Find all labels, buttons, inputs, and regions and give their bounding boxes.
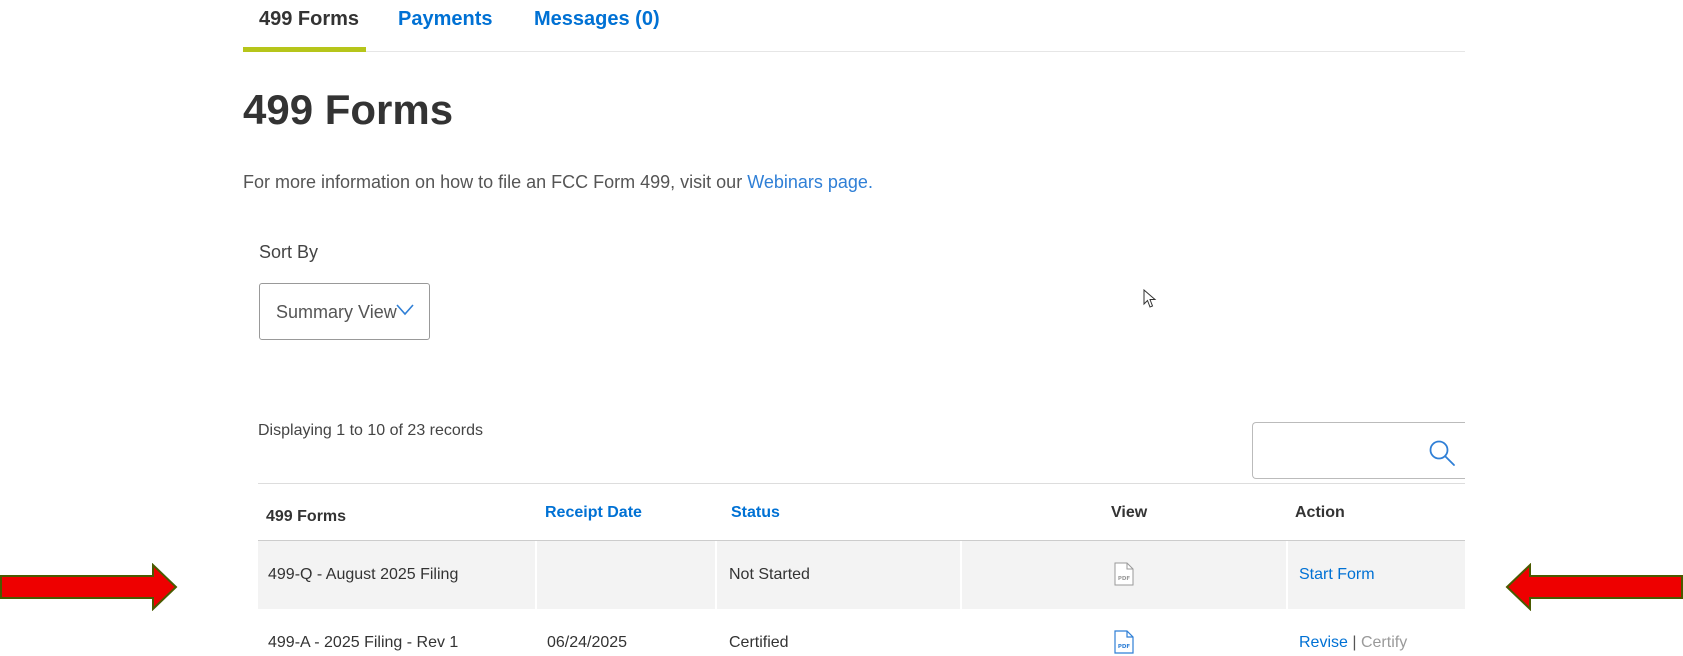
cell-status: Certified (729, 634, 789, 651)
cell-form: 499-A - 2025 Filing - Rev 1 (268, 634, 459, 651)
cell-action: Start Form (1299, 541, 1375, 609)
pdf-icon[interactable]: PDF (1114, 630, 1134, 654)
header-status[interactable]: Status (731, 484, 780, 542)
tab-payments[interactable]: Payments (398, 6, 493, 32)
tab-bar: 499 Forms Payments Messages (0) (243, 0, 1465, 52)
active-tab-indicator (243, 47, 366, 52)
header-view: View (1111, 504, 1148, 521)
revise-link[interactable]: Revise (1299, 634, 1348, 651)
table-header: 499 Forms Receipt Date Status View Actio… (258, 483, 1465, 541)
cell-form: 499-Q - August 2025 Filing (268, 566, 459, 583)
mouse-cursor-icon (1143, 289, 1157, 308)
cell-status: Not Started (729, 566, 810, 583)
certify-link: Certify (1360, 634, 1408, 651)
search-box (1252, 422, 1465, 479)
column-divider (960, 541, 962, 609)
page-title: 499 Forms (243, 86, 454, 133)
records-summary: Displaying 1 to 10 of 23 records (258, 422, 484, 439)
sort-by-label: Sort By (259, 242, 319, 262)
search-input[interactable] (1261, 433, 1411, 469)
pdf-icon[interactable]: PDF (1114, 562, 1134, 586)
info-text: For more information on how to file an F… (243, 170, 873, 194)
table-row: 499-Q - August 2025 Filing Not Started P… (258, 541, 1465, 609)
column-divider (535, 541, 537, 609)
right-arrow-icon (0, 563, 178, 611)
cell-action: Revise | Certify (1299, 609, 1407, 656)
info-suffix: . (867, 172, 873, 192)
left-arrow-icon (1505, 563, 1683, 611)
header-receipt-date[interactable]: Receipt Date (545, 484, 642, 542)
webinars-link[interactable]: Webinars page (747, 172, 868, 192)
tab-499-forms[interactable]: 499 Forms (259, 6, 359, 32)
start-form-link[interactable]: Start Form (1299, 566, 1375, 583)
action-separator: | (1352, 634, 1357, 651)
svg-text:PDF: PDF (1118, 644, 1131, 650)
table-row: 499-A - 2025 Filing - Rev 1 06/24/2025 C… (258, 609, 1465, 656)
sort-selected-value: Summary View (276, 302, 397, 322)
search-icon[interactable] (1428, 439, 1456, 467)
cell-receipt-date: 06/24/2025 (547, 634, 628, 651)
header-499-forms: 499 Forms (266, 508, 347, 525)
tab-messages[interactable]: Messages (0) (534, 6, 660, 32)
forms-table: 499 Forms Receipt Date Status View Actio… (258, 483, 1465, 656)
column-divider (715, 541, 717, 609)
info-text-body: For more information on how to file an F… (243, 172, 748, 192)
sort-by-dropdown[interactable]: Summary View (259, 283, 430, 340)
column-divider (1286, 541, 1288, 609)
chevron-down-icon (396, 304, 414, 316)
svg-text:PDF: PDF (1118, 576, 1131, 582)
header-action: Action (1295, 504, 1345, 521)
